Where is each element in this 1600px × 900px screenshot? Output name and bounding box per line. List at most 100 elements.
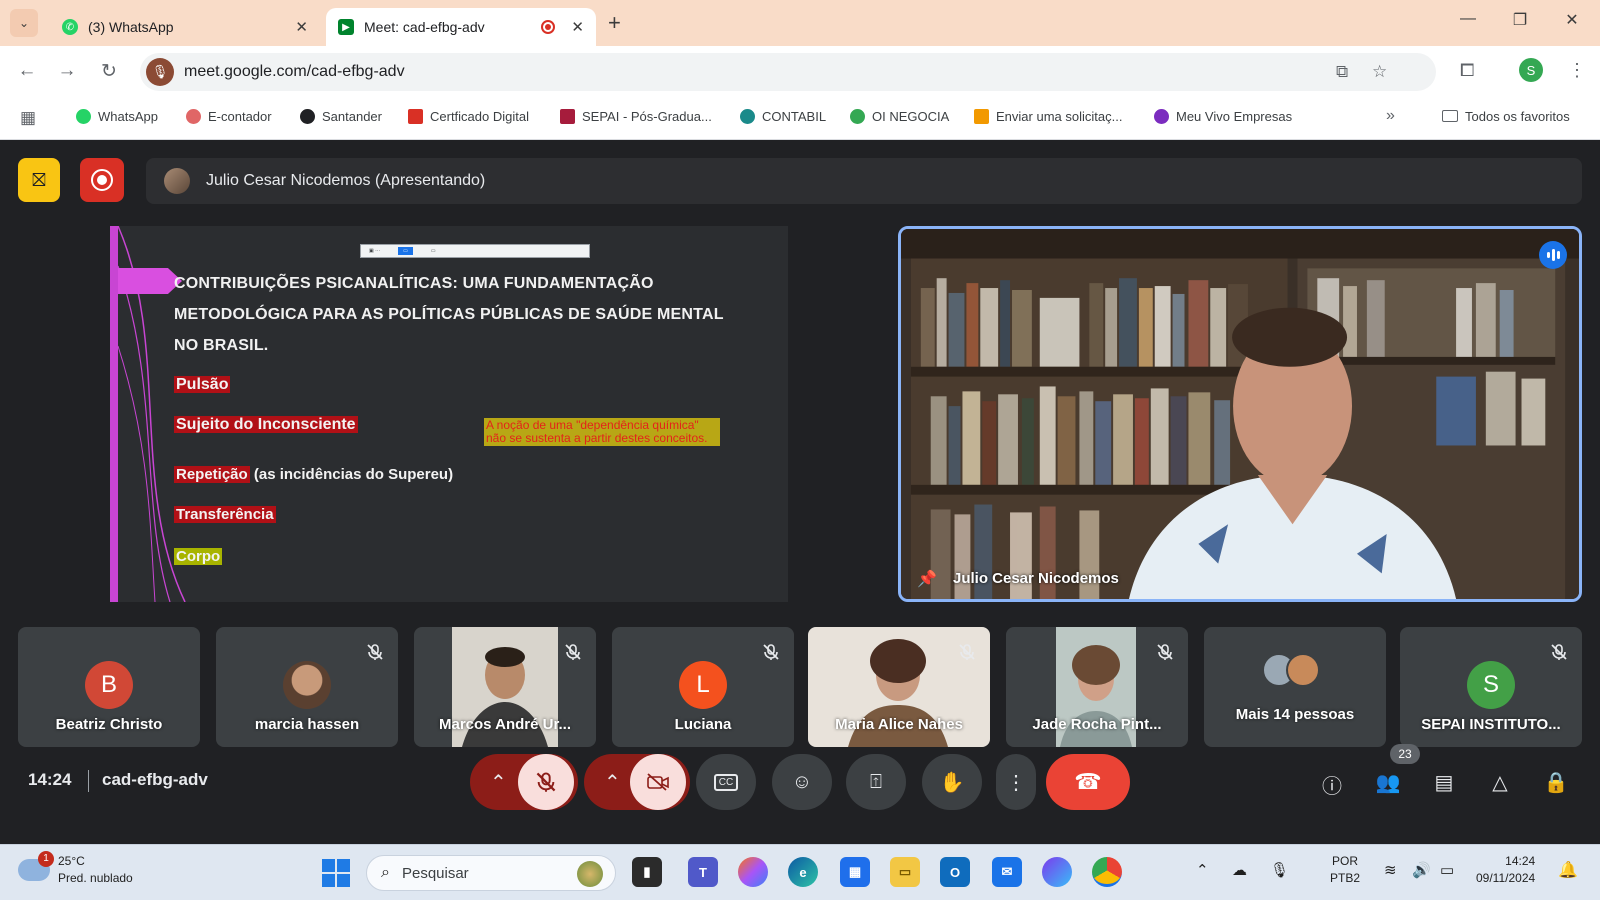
participant-tile[interactable]: L Luciana: [612, 627, 794, 747]
outlook-new-icon[interactable]: ✉: [992, 857, 1022, 887]
back-button[interactable]: ←: [14, 60, 40, 82]
store-icon[interactable]: ▦: [840, 857, 870, 887]
bookmark-contabil[interactable]: CONTABIL: [740, 109, 826, 124]
participant-tile[interactable]: B Beatriz Christo: [18, 627, 200, 747]
avatar: B: [85, 661, 133, 709]
wifi-icon[interactable]: ≋: [1384, 861, 1397, 879]
avatar: S: [1467, 661, 1515, 709]
more-options-button[interactable]: ⋮: [996, 754, 1036, 810]
system-clock[interactable]: 14:24 09/11/2024: [1476, 853, 1535, 887]
participant-tile[interactable]: S SEPAI INSTITUTO...: [1400, 627, 1582, 747]
whatsapp-icon: [76, 109, 91, 124]
bookmark-certificado[interactable]: Certficado Digital: [408, 109, 529, 124]
presenter-video-feed: [901, 229, 1579, 599]
extensions-icon[interactable]: ⧠: [1460, 60, 1474, 81]
recording-button[interactable]: [80, 158, 124, 202]
file-explorer-icon[interactable]: ▭: [890, 857, 920, 887]
apps-grid-icon[interactable]: ▦: [20, 108, 36, 128]
bookmark-whatsapp[interactable]: WhatsApp: [76, 109, 158, 124]
reload-button[interactable]: ↻: [96, 60, 122, 83]
bookmark-santander[interactable]: Santander: [300, 109, 382, 124]
minimize-button[interactable]: —: [1448, 10, 1488, 28]
microphone-permission-icon[interactable]: 🎙: [146, 58, 174, 86]
taskbar-search[interactable]: ⌕ Pesquisar: [366, 855, 616, 891]
presenter-avatar: [164, 168, 190, 194]
new-tab-button[interactable]: +: [608, 10, 621, 36]
bookmark-oi-negocia[interactable]: OI NEGOCIA: [850, 109, 949, 124]
raise-hand-button[interactable]: ✋: [922, 754, 982, 810]
all-bookmarks-folder[interactable]: Todos os favoritos: [1442, 109, 1570, 124]
close-window-button[interactable]: ✕: [1552, 10, 1592, 30]
battery-icon[interactable]: ▭: [1440, 861, 1454, 879]
keyboard-layout: PTB2: [1330, 871, 1361, 885]
slide-item-transferencia: Transferência: [174, 506, 276, 523]
recording-indicator-icon: [541, 20, 556, 34]
presenter-banner[interactable]: Julio Cesar Nicodemos (Apresentando): [146, 158, 1582, 204]
people-icon[interactable]: 👥: [1372, 770, 1404, 795]
search-highlight-icon: [577, 861, 603, 887]
no-camera-badge-icon[interactable]: ⛝: [18, 158, 60, 202]
avatar: [1286, 653, 1320, 687]
reactions-button[interactable]: ☺: [772, 754, 832, 810]
weather-widget[interactable]: 1 25°C Pred. nublado: [18, 851, 133, 887]
bookmark-e-contador[interactable]: E-contador: [186, 109, 272, 124]
activities-icon[interactable]: △: [1484, 770, 1516, 795]
copilot-icon[interactable]: [738, 857, 768, 887]
meeting-info-icon[interactable]: ⓘ: [1316, 770, 1348, 799]
more-participants-tile[interactable]: Mais 14 pessoas: [1204, 627, 1386, 747]
browser-menu-icon[interactable]: ⋮: [1568, 60, 1586, 81]
copilot-app-icon[interactable]: [1042, 857, 1072, 887]
close-tab-icon[interactable]: ✕: [295, 18, 308, 36]
bookmark-meu-vivo[interactable]: Meu Vivo Empresas: [1154, 109, 1292, 124]
teams-icon[interactable]: T: [688, 857, 718, 887]
host-controls-icon[interactable]: 🔒: [1540, 770, 1572, 795]
participant-tile[interactable]: Maria Alice Nahes: [808, 627, 990, 747]
speaking-indicator-icon: [1539, 241, 1567, 269]
forward-button[interactable]: →: [54, 60, 80, 82]
participant-tile[interactable]: Marcos André Ur...: [414, 627, 596, 747]
participant-tile[interactable]: Jade Rocha Pint...: [1006, 627, 1188, 747]
tab-search-button[interactable]: ⌄: [10, 9, 38, 37]
clock-time: 14:24: [1505, 854, 1536, 868]
chat-icon[interactable]: ▤: [1428, 770, 1460, 795]
outlook-icon[interactable]: O: [940, 857, 970, 887]
microphone-toggle-button[interactable]: [518, 754, 574, 810]
avatar: L: [679, 661, 727, 709]
onedrive-icon[interactable]: ☁: [1232, 861, 1247, 879]
restore-button[interactable]: ❐: [1500, 10, 1540, 30]
leave-call-button[interactable]: ☎: [1046, 754, 1130, 810]
vivo-icon: [1154, 109, 1169, 124]
profile-avatar[interactable]: S: [1519, 58, 1543, 82]
open-in-app-icon[interactable]: ⧉: [1336, 62, 1348, 82]
participant-name: Luciana: [674, 716, 732, 733]
more-bookmarks-icon[interactable]: »: [1386, 107, 1395, 125]
tab-whatsapp[interactable]: ✆ (3) WhatsApp ✕: [50, 8, 320, 46]
chevron-up-icon[interactable]: ⌃: [1196, 861, 1209, 879]
address-bar[interactable]: 🎙 meet.google.com/cad-efbg-adv ⧉ ☆: [140, 53, 1436, 91]
notification-badge: 1: [38, 851, 54, 867]
bookmark-star-icon[interactable]: ☆: [1372, 62, 1387, 82]
edge-icon[interactable]: e: [788, 857, 818, 887]
camera-toggle-button[interactable]: [630, 754, 686, 810]
mic-off-icon: [1551, 644, 1567, 660]
volume-icon[interactable]: 🔊: [1412, 861, 1431, 879]
start-button[interactable]: [322, 859, 350, 887]
tab-meet[interactable]: ▶ Meet: cad-efbg-adv ✕: [326, 8, 596, 46]
close-tab-icon[interactable]: ✕: [571, 18, 584, 36]
chrome-icon[interactable]: [1092, 857, 1122, 887]
captions-button[interactable]: CC: [696, 754, 756, 810]
present-screen-button[interactable]: ⍐: [846, 754, 906, 810]
task-view-icon[interactable]: ▮: [632, 857, 662, 887]
pin-icon[interactable]: 📌: [917, 569, 937, 589]
meet-icon: ▶: [338, 19, 354, 35]
participant-tile[interactable]: marcia hassen: [216, 627, 398, 747]
notifications-bell-icon[interactable]: 🔔: [1558, 860, 1578, 880]
chevron-up-icon: ⌃: [604, 771, 621, 794]
search-placeholder: Pesquisar: [401, 864, 469, 882]
microphone-icon[interactable]: 🎙: [1270, 861, 1289, 879]
bookmark-enviar-solicitacao[interactable]: Enviar uma solicitaç...: [974, 109, 1122, 124]
browser-tab-strip: ⌄ ✆ (3) WhatsApp ✕ ▶ Meet: cad-efbg-adv …: [0, 0, 1600, 46]
bookmark-sepai[interactable]: SEPAI - Pós-Gradua...: [560, 109, 712, 124]
keyboard-language[interactable]: POR PTB2: [1330, 853, 1360, 887]
presenter-video-tile[interactable]: 📌 Julio Cesar Nicodemos: [898, 226, 1582, 602]
